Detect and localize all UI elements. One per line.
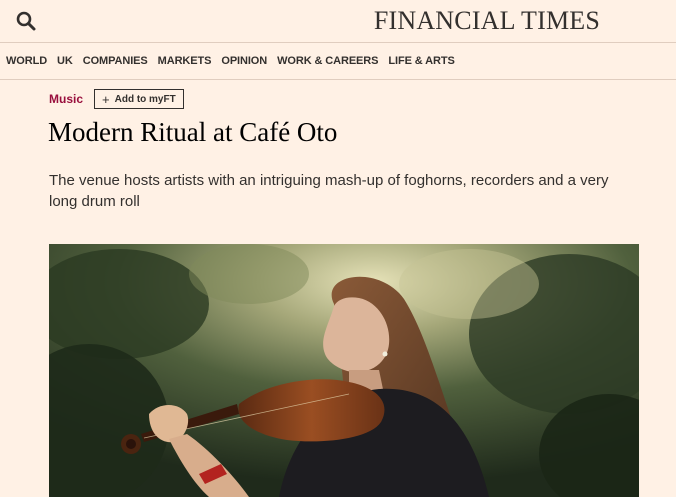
article-headline: Modern Ritual at Café Oto: [48, 117, 338, 147]
topic-link[interactable]: Music: [49, 92, 83, 106]
search-button[interactable]: [14, 9, 38, 33]
main-navigation: WORLD UK COMPANIES MARKETS OPINION WORK …: [0, 43, 676, 80]
search-icon: [16, 11, 36, 31]
violinist-photo: [49, 244, 639, 497]
add-to-myft-label: Add to myFT: [114, 93, 176, 105]
site-header: FINANCIAL TIMES: [0, 0, 676, 43]
nav-item-life-arts[interactable]: LIFE & ARTS: [388, 55, 454, 67]
article-main-image: [49, 244, 639, 497]
masthead-logo[interactable]: FINANCIAL TIMES: [374, 6, 600, 36]
add-to-myft-button[interactable]: + Add to myFT: [94, 89, 184, 109]
nav-item-opinion[interactable]: OPINION: [221, 55, 267, 67]
nav-item-world[interactable]: WORLD: [6, 55, 47, 67]
article-standfirst: The venue hosts artists with an intrigui…: [49, 172, 609, 210]
plus-icon: +: [102, 91, 110, 107]
article-topic-row: Music + Add to myFT: [49, 89, 184, 109]
nav-item-work-careers[interactable]: WORK & CAREERS: [277, 55, 378, 67]
nav-item-uk[interactable]: UK: [57, 55, 73, 67]
nav-item-markets[interactable]: MARKETS: [158, 55, 212, 67]
nav-item-companies[interactable]: COMPANIES: [83, 55, 148, 67]
